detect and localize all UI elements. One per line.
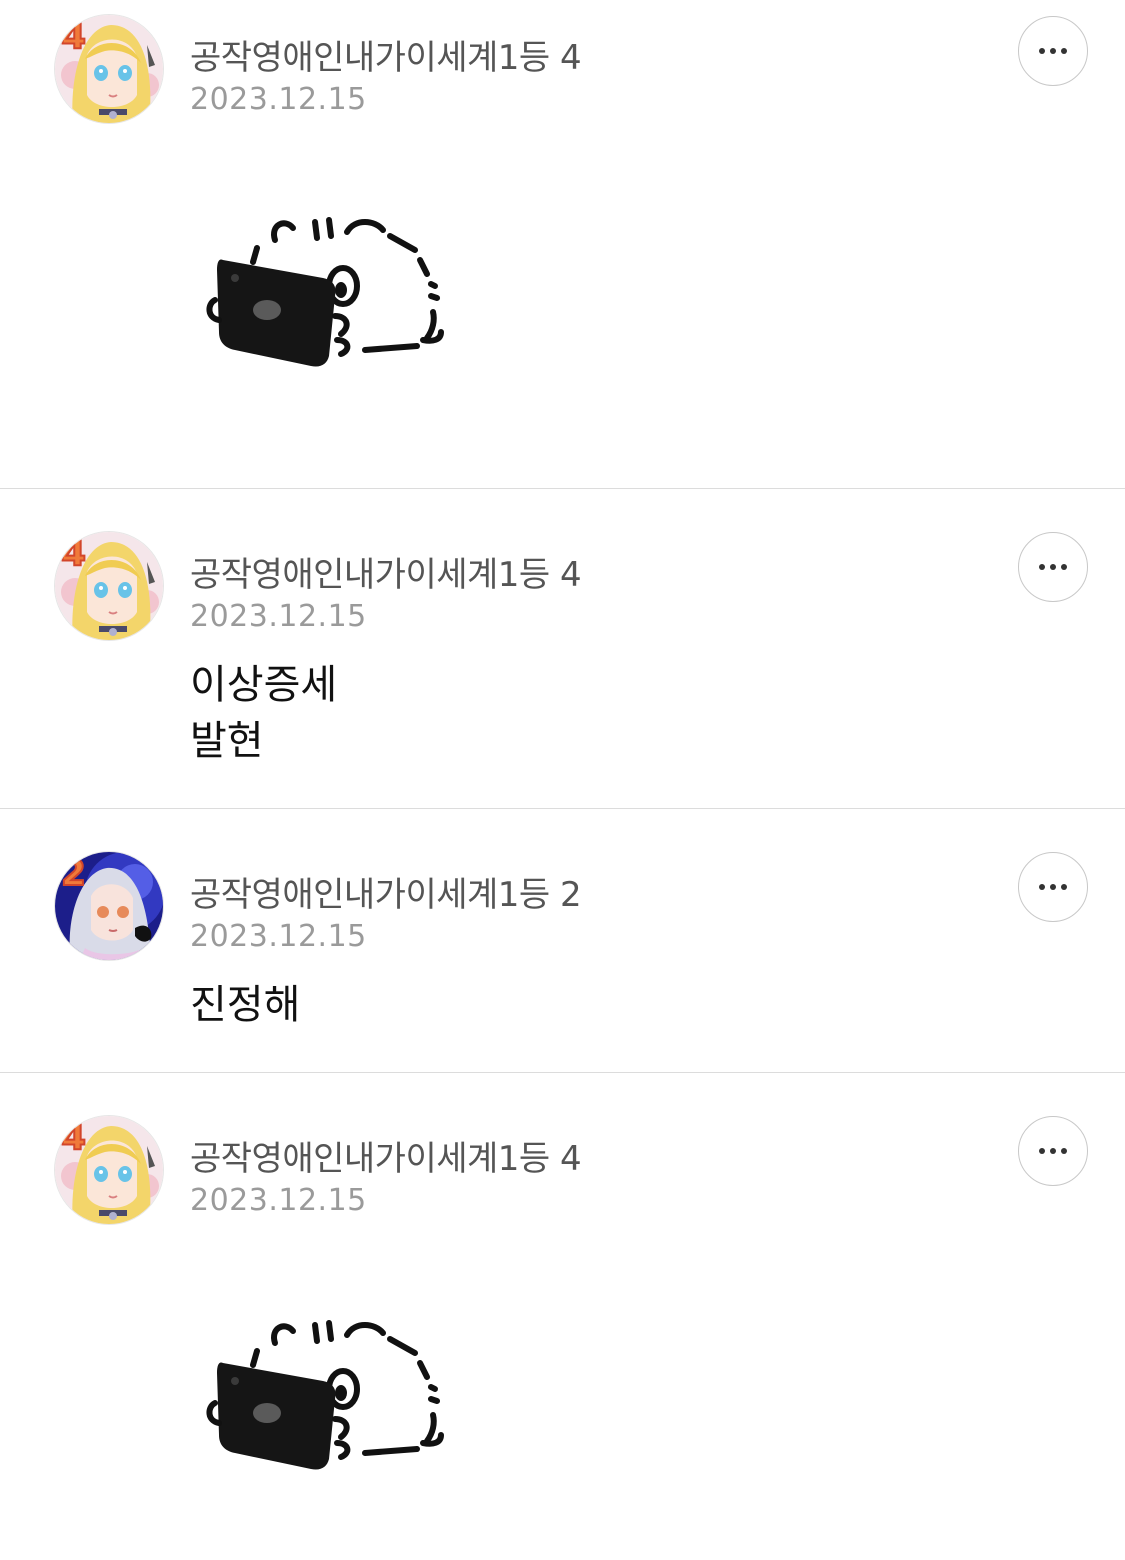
more-horizontal-icon [1039, 564, 1045, 570]
comment-date: 2023.12.15 [190, 599, 367, 634]
comment-item: 4 공작영애인내가이세계1등 4 2023.12.15 [0, 0, 1125, 488]
avatar[interactable]: 4 [54, 531, 164, 641]
comment-item: 4 공작영애인내가이세계1등 4 2023.12.15 이상증세 발현 [0, 489, 1125, 808]
author-name[interactable]: 공작영애인내가이세계1등 4 [190, 547, 582, 596]
rank-badge: 4 [60, 1117, 87, 1158]
rank-badge: 4 [60, 16, 87, 57]
rank-badge: 2 [60, 853, 87, 894]
rank-badge: 4 [60, 533, 87, 574]
more-horizontal-icon-dot [1061, 48, 1067, 54]
more-horizontal-icon-dot [1061, 564, 1067, 570]
comment-body: 이상증세 발현 [190, 662, 338, 764]
hamster-with-tablet-sticker [205, 1303, 455, 1473]
avatar[interactable]: 4 [54, 14, 164, 124]
author-name[interactable]: 공작영애인내가이세계1등 2 [190, 867, 582, 916]
more-horizontal-icon-dot [1061, 1148, 1067, 1154]
more-options-button[interactable] [1018, 16, 1088, 86]
comment-item: 4 공작영애인내가이세계1등 4 2023.12.15 [0, 1073, 1125, 1560]
more-horizontal-icon [1039, 884, 1045, 890]
more-options-button[interactable] [1018, 532, 1088, 602]
more-horizontal-icon-dot [1050, 1148, 1056, 1154]
more-horizontal-icon [1039, 48, 1045, 54]
author-name[interactable]: 공작영애인내가이세계1등 4 [190, 1131, 582, 1180]
author-name[interactable]: 공작영애인내가이세계1등 4 [190, 30, 582, 79]
comment-date: 2023.12.15 [190, 1183, 367, 1218]
comment-date: 2023.12.15 [190, 82, 367, 117]
comment-date: 2023.12.15 [190, 919, 367, 954]
comment-body: 진정해 [190, 982, 301, 1028]
more-horizontal-icon-dot [1050, 564, 1056, 570]
more-horizontal-icon-dot [1061, 884, 1067, 890]
more-horizontal-icon-dot [1050, 884, 1056, 890]
avatar[interactable]: 4 [54, 1115, 164, 1225]
more-horizontal-icon [1039, 1148, 1045, 1154]
more-horizontal-icon-dot [1050, 48, 1056, 54]
more-options-button[interactable] [1018, 1116, 1088, 1186]
comment-item: 2 공작영애인내가이세계1등 2 2023.12.15 진정해 [0, 809, 1125, 1072]
hamster-with-tablet-sticker [205, 200, 455, 370]
more-options-button[interactable] [1018, 852, 1088, 922]
avatar[interactable]: 2 [54, 851, 164, 961]
